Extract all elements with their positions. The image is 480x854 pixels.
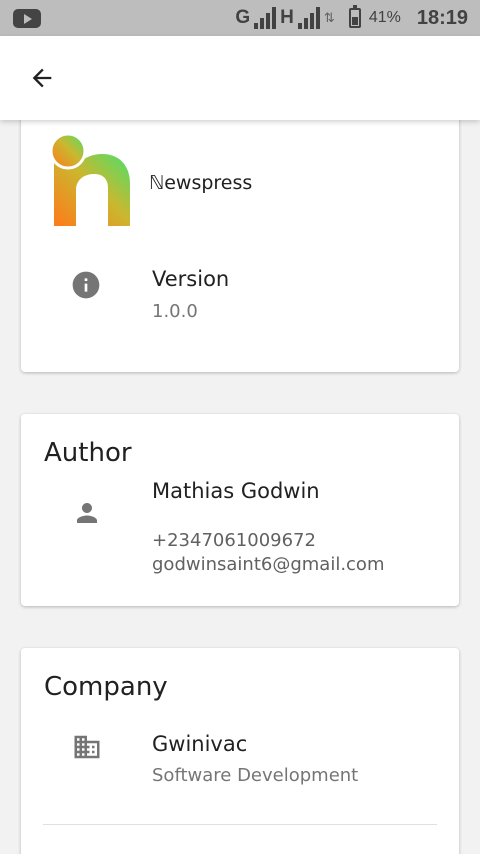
data-activity-icon: ⇅ <box>323 10 335 25</box>
company-description: Software Development <box>152 765 359 786</box>
arrow-back-icon <box>32 68 52 88</box>
signal-icon <box>254 7 277 29</box>
version-value: 1.0.0 <box>152 301 198 322</box>
youtube-icon <box>13 9 41 28</box>
network-type-h: H <box>280 7 294 28</box>
version-label: Version <box>152 267 230 291</box>
app-name: ℕewspress <box>149 172 253 194</box>
app-bar <box>0 36 480 120</box>
network-type-g: G <box>235 7 251 28</box>
signal-icon-2 <box>297 7 320 29</box>
business-icon <box>74 735 100 759</box>
company-card: Company Gwinivac Software Development <box>21 648 459 854</box>
author-card: Author Mathias Godwin +2347061009672 god… <box>21 414 459 606</box>
app-logo <box>49 134 130 226</box>
author-name: Mathias Godwin <box>152 479 320 503</box>
info-icon <box>72 271 100 299</box>
status-indicators: G H ⇅ 41% 18:19 <box>235 5 468 31</box>
person-icon <box>77 503 97 523</box>
author-section-title: Author <box>44 438 132 468</box>
author-email[interactable]: godwinsaint6@gmail.com <box>152 554 384 575</box>
status-bar: G H ⇅ 41% 18:19 <box>0 0 480 36</box>
divider <box>43 824 437 825</box>
author-phone[interactable]: +2347061009672 <box>152 530 316 551</box>
company-section-title: Company <box>44 672 168 702</box>
battery-percent: 41% <box>368 9 401 26</box>
back-button[interactable] <box>24 60 60 96</box>
company-name: Gwinivac <box>152 732 248 756</box>
app-info-card: ℕewspress Version 1.0.0 <box>21 100 459 372</box>
clock: 18:19 <box>416 6 468 29</box>
battery-icon <box>348 5 361 28</box>
